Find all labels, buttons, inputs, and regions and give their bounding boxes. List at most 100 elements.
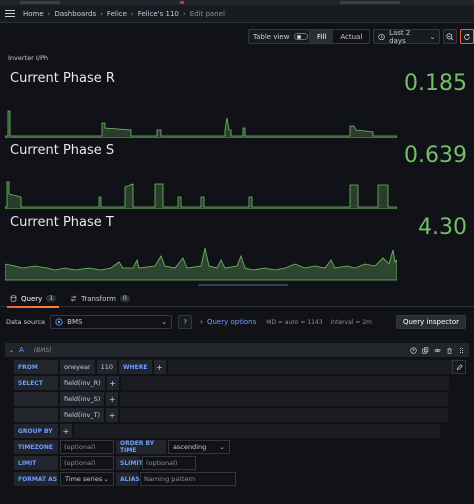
menu-icon[interactable] bbox=[5, 10, 15, 17]
datasource-picker[interactable]: BMS ⌄ bbox=[50, 315, 173, 329]
actual-button[interactable]: Actual bbox=[333, 30, 369, 43]
chevron-down-icon: ⌄ bbox=[429, 32, 436, 41]
stat-value-s: 0.639 bbox=[404, 143, 467, 168]
eye-icon[interactable] bbox=[434, 347, 441, 354]
where-keyword: WHERE bbox=[119, 360, 152, 374]
select-field-r[interactable]: field(inv_R) bbox=[60, 376, 105, 390]
collapse-icon[interactable]: ⌄ bbox=[9, 347, 14, 354]
time-range-label: Last 2 days bbox=[389, 28, 411, 45]
query-ref-id[interactable]: A bbox=[19, 346, 24, 354]
select-field-s[interactable]: field(inv_S) bbox=[60, 392, 105, 406]
chevron-down-icon: ⌄ bbox=[103, 475, 109, 483]
datasource-label: Data source bbox=[6, 318, 46, 326]
query-row-header: ⌄ A (BMS) bbox=[5, 343, 469, 357]
from-row: FROM oneyear 110 WHERE + bbox=[14, 360, 458, 374]
limit-keyword: LIMIT bbox=[14, 456, 58, 470]
tab-transform-count: 0 bbox=[119, 295, 130, 302]
policy-segment[interactable]: oneyear bbox=[60, 360, 95, 374]
chevron-right-icon: › bbox=[100, 9, 103, 18]
chevron-right-icon: › bbox=[182, 9, 186, 18]
copy-icon[interactable] bbox=[422, 346, 429, 354]
select-field-t[interactable]: field(inv_T) bbox=[60, 408, 105, 422]
add-select-button[interactable]: + bbox=[106, 392, 119, 406]
stat-label-s: Current Phase S bbox=[10, 143, 115, 158]
interval-value: Interval = 2m bbox=[330, 318, 373, 326]
chevron-right-icon: › bbox=[200, 318, 203, 326]
datasource-row: Data source BMS ⌄ ? › Query options MD =… bbox=[0, 313, 474, 331]
time-range-picker[interactable]: Last 2 days ⌄ bbox=[373, 28, 441, 45]
add-select-button[interactable]: + bbox=[106, 376, 119, 390]
sparkline-t bbox=[5, 247, 397, 281]
row-filler bbox=[120, 408, 449, 422]
database-icon bbox=[10, 295, 17, 302]
format-row: FORMAT AS Time series ⌄ ALIAS Naming pat… bbox=[14, 472, 236, 486]
add-select-button[interactable]: + bbox=[106, 408, 119, 422]
toggle-switch[interactable] bbox=[294, 33, 309, 40]
sparkline-s bbox=[5, 181, 397, 209]
breadcrumb-dashboards[interactable]: Dashboards bbox=[54, 10, 96, 18]
raw-query-toggle[interactable] bbox=[452, 360, 466, 374]
table-view-toggle[interactable]: Table view bbox=[248, 29, 314, 44]
stat-value-t: 4.30 bbox=[418, 215, 467, 240]
alias-input[interactable]: Naming pattern bbox=[140, 472, 236, 486]
help-icon: ? bbox=[183, 318, 187, 326]
select-row-2: field(inv_S) + bbox=[14, 392, 449, 406]
help-icon[interactable] bbox=[410, 346, 417, 354]
row-filler bbox=[74, 424, 440, 438]
datasource-help-button[interactable]: ? bbox=[178, 315, 193, 329]
chevron-right-icon: › bbox=[130, 9, 134, 18]
stat-label-r: Current Phase R bbox=[10, 71, 115, 86]
orderby-keyword: ORDER BY TIME bbox=[116, 440, 166, 454]
breadcrumb-dashboard[interactable]: Felice's 110 bbox=[138, 10, 179, 18]
order-select[interactable]: ascending ⌄ bbox=[168, 440, 230, 454]
groupby-keyword: GROUP BY bbox=[14, 424, 58, 438]
query-row-actions bbox=[410, 346, 465, 354]
chevron-down-icon: ⌄ bbox=[161, 318, 168, 326]
select-keyword-blank bbox=[14, 392, 58, 406]
tab-query[interactable]: Query 1 bbox=[6, 291, 60, 308]
clock-icon bbox=[378, 33, 385, 40]
slimit-keyword: SLIMIT bbox=[116, 456, 143, 470]
panel-scrollbar[interactable] bbox=[198, 284, 288, 286]
top-navbar: Home › Dashboards › Felice › Felice's 11… bbox=[0, 5, 474, 23]
format-select[interactable]: Time series ⌄ bbox=[60, 472, 114, 486]
alias-keyword: ALIAS bbox=[116, 472, 140, 486]
tab-transform[interactable]: Transform 0 bbox=[70, 291, 130, 307]
pencil-icon bbox=[456, 363, 463, 370]
row-filler bbox=[120, 392, 449, 406]
order-value: ascending bbox=[173, 443, 207, 451]
add-where-button[interactable]: + bbox=[153, 360, 166, 374]
query-inspector-button[interactable]: Query inspector bbox=[395, 315, 466, 329]
timezone-row: TIMEZONE (optional) ORDER BY TIME ascend… bbox=[14, 440, 230, 454]
time-range-group: Last 2 days ⌄ bbox=[373, 28, 474, 45]
measurement-segment[interactable]: 110 bbox=[96, 360, 118, 374]
format-keyword: FORMAT AS bbox=[14, 472, 58, 486]
tab-strip-segment bbox=[20, 1, 60, 4]
drag-handle-icon[interactable] bbox=[458, 347, 465, 354]
slimit-input[interactable]: (optional) bbox=[142, 456, 196, 470]
row-filler bbox=[167, 360, 458, 374]
limit-input[interactable]: (optional) bbox=[60, 456, 114, 470]
row-filler bbox=[120, 376, 449, 390]
tab-strip-segment bbox=[340, 1, 400, 4]
format-value: Time series bbox=[65, 475, 103, 483]
add-groupby-button[interactable]: + bbox=[60, 424, 72, 438]
editor-tabs: Query 1 Transform 0 bbox=[0, 291, 474, 308]
influxdb-icon bbox=[55, 318, 63, 326]
tab-query-label: Query bbox=[21, 294, 43, 303]
timezone-input[interactable]: (optional) bbox=[60, 440, 114, 454]
fill-button[interactable]: Fill bbox=[310, 30, 334, 43]
select-row-3: field(inv_T) + bbox=[14, 408, 449, 422]
breadcrumb-folder[interactable]: Felice bbox=[107, 10, 127, 18]
sparkline-r bbox=[5, 110, 397, 138]
table-view-label: Table view bbox=[253, 32, 290, 41]
trash-icon[interactable] bbox=[446, 347, 453, 354]
refresh-button[interactable] bbox=[460, 29, 474, 44]
query-options-button[interactable]: Query options bbox=[207, 318, 256, 326]
breadcrumb-home[interactable]: Home bbox=[23, 10, 44, 18]
select-keyword-blank bbox=[14, 408, 58, 422]
zoom-out-button[interactable] bbox=[443, 29, 458, 44]
stat-label-t: Current Phase T bbox=[10, 215, 114, 230]
chevron-down-icon: ⌄ bbox=[219, 443, 225, 451]
datasource-name: BMS bbox=[67, 318, 83, 326]
